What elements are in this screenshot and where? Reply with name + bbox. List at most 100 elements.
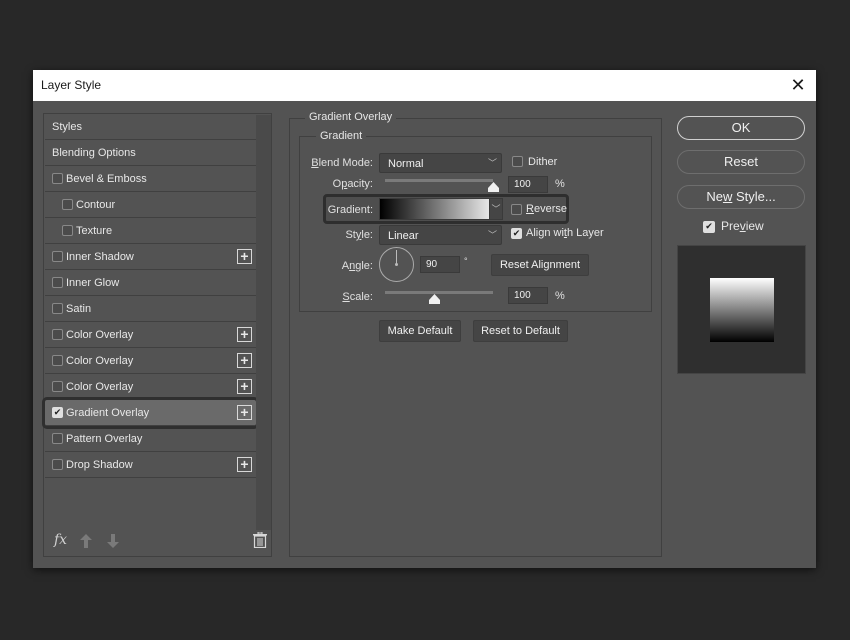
style-item-label: Blending Options bbox=[52, 147, 136, 159]
add-effect-plus-icon[interactable]: + bbox=[237, 249, 252, 264]
ok-button[interactable]: OK bbox=[677, 116, 805, 140]
add-effect-plus-icon[interactable]: + bbox=[237, 457, 252, 472]
style-item-inner-glow[interactable]: Inner Glow bbox=[45, 270, 256, 296]
style-item-label: Bevel & Emboss bbox=[66, 173, 147, 185]
chevron-down-icon: ﹀ bbox=[487, 158, 497, 168]
style-item-satin[interactable]: Satin bbox=[45, 296, 256, 322]
style-item-blending-options[interactable]: Blending Options bbox=[45, 140, 256, 166]
reverse-label: Reverse bbox=[526, 203, 567, 215]
reset-button[interactable]: Reset bbox=[677, 150, 805, 174]
style-value: Linear bbox=[388, 230, 419, 242]
style-item-checkbox[interactable]: ✔ bbox=[52, 407, 63, 418]
chevron-down-icon: ﹀ bbox=[487, 230, 497, 240]
style-select[interactable]: Linear ﹀ bbox=[379, 225, 502, 245]
opacity-slider-track[interactable] bbox=[385, 179, 493, 182]
title-bar: Layer Style ✕ bbox=[33, 70, 816, 101]
reset-to-default-button[interactable]: Reset to Default bbox=[473, 320, 568, 342]
gradient-picker-dropdown[interactable]: ﹀ bbox=[489, 198, 503, 220]
add-effect-plus-icon[interactable]: + bbox=[237, 405, 252, 420]
style-item-checkbox[interactable] bbox=[52, 329, 63, 340]
style-item-label: Inner Glow bbox=[66, 277, 120, 289]
opacity-label: Opacity: bbox=[332, 178, 373, 190]
style-item-color-overlay[interactable]: Color Overlay + bbox=[45, 348, 256, 374]
style-item-label: Inner Shadow bbox=[66, 251, 134, 263]
opacity-unit: % bbox=[555, 178, 565, 190]
chevron-down-icon: ﹀ bbox=[491, 204, 501, 214]
new-style-button[interactable]: New Style... bbox=[677, 185, 805, 209]
degree-unit: ° bbox=[464, 256, 468, 266]
style-item-checkbox[interactable] bbox=[52, 355, 63, 366]
style-item-inner-shadow[interactable]: Inner Shadow + bbox=[45, 244, 256, 270]
preview-swatch bbox=[710, 278, 774, 342]
style-item-gradient-overlay[interactable]: ✔ Gradient Overlay + bbox=[42, 397, 259, 429]
styles-list-footer: fx bbox=[44, 526, 271, 556]
group-title: Gradient bbox=[316, 130, 367, 142]
style-item-styles[interactable]: Styles bbox=[45, 114, 256, 140]
style-item-contour[interactable]: Contour bbox=[45, 192, 256, 218]
style-label: Style: bbox=[345, 229, 373, 241]
style-item-label: Texture bbox=[76, 225, 113, 237]
blend-mode-select[interactable]: Normal ﹀ bbox=[379, 153, 502, 173]
angle-dial-center bbox=[395, 263, 398, 266]
gradient-swatch[interactable] bbox=[379, 198, 501, 220]
style-item-color-overlay[interactable]: Color Overlay + bbox=[45, 374, 256, 400]
add-effect-plus-icon[interactable]: + bbox=[237, 379, 252, 394]
blend-mode-value: Normal bbox=[388, 158, 424, 170]
add-effect-plus-icon[interactable]: + bbox=[237, 327, 252, 342]
make-default-button[interactable]: Make Default bbox=[379, 320, 461, 342]
style-item-bevel-emboss[interactable]: Bevel & Emboss bbox=[45, 166, 256, 192]
angle-dial[interactable] bbox=[379, 247, 414, 282]
close-icon[interactable]: ✕ bbox=[788, 75, 808, 95]
style-item-pattern-overlay[interactable]: Pattern Overlay bbox=[45, 426, 256, 452]
trash-icon[interactable] bbox=[253, 532, 267, 548]
style-item-checkbox[interactable] bbox=[52, 433, 63, 444]
style-item-checkbox[interactable] bbox=[62, 225, 73, 236]
style-item-checkbox[interactable] bbox=[52, 303, 63, 314]
align-with-layer-label: Align with Layer bbox=[526, 227, 604, 239]
styles-list-scrollbar[interactable] bbox=[256, 115, 271, 530]
layer-style-dialog: Layer Style ✕ Styles Blending Options Beve… bbox=[33, 70, 816, 568]
scale-unit: % bbox=[555, 290, 565, 302]
style-item-texture[interactable]: Texture bbox=[45, 218, 256, 244]
dither-label: Dither bbox=[528, 156, 558, 168]
angle-input[interactable]: 90 bbox=[420, 256, 460, 273]
style-item-checkbox[interactable] bbox=[62, 199, 73, 210]
style-item-label: Satin bbox=[66, 303, 92, 315]
blend-mode-label: Blend Mode: bbox=[311, 157, 373, 169]
style-item-label: Contour bbox=[76, 199, 116, 211]
style-item-checkbox[interactable] bbox=[52, 277, 63, 288]
opacity-input[interactable]: 100 bbox=[508, 176, 548, 193]
fx-menu-icon[interactable]: fx bbox=[54, 532, 67, 548]
angle-label: Angle: bbox=[341, 260, 373, 272]
reverse-checkbox[interactable] bbox=[511, 204, 522, 215]
style-item-checkbox[interactable] bbox=[52, 251, 63, 262]
scale-label: Scale: bbox=[342, 291, 373, 303]
gradient-label: Gradient: bbox=[327, 204, 373, 216]
dialog-title: Layer Style bbox=[41, 78, 102, 92]
dither-checkbox[interactable] bbox=[512, 156, 523, 167]
style-item-checkbox[interactable] bbox=[52, 173, 63, 184]
add-effect-plus-icon[interactable]: + bbox=[237, 353, 252, 368]
style-item-label: Color Overlay bbox=[66, 355, 134, 367]
style-item-label: Pattern Overlay bbox=[66, 433, 143, 445]
style-item-label: Drop Shadow bbox=[66, 459, 133, 471]
style-item-checkbox[interactable] bbox=[52, 459, 63, 470]
scale-input[interactable]: 100 bbox=[508, 287, 548, 304]
move-up-icon[interactable] bbox=[80, 534, 92, 548]
move-down-icon[interactable] bbox=[107, 534, 119, 548]
opacity-slider-thumb[interactable] bbox=[488, 182, 499, 192]
style-item-label: Gradient Overlay bbox=[66, 407, 150, 419]
style-item-checkbox[interactable] bbox=[52, 381, 63, 392]
section-title: Gradient Overlay bbox=[305, 111, 397, 123]
preview-label: Preview bbox=[721, 219, 764, 233]
style-item-label: Styles bbox=[52, 121, 82, 133]
style-item-color-overlay[interactable]: Color Overlay + bbox=[45, 322, 256, 348]
styles-list: Styles Blending Options Bevel & Emboss Cont… bbox=[42, 113, 272, 557]
align-with-layer-checkbox[interactable]: ✔ bbox=[511, 228, 522, 239]
preview-thumbnail bbox=[677, 245, 806, 374]
reset-alignment-button[interactable]: Reset Alignment bbox=[491, 254, 589, 276]
preview-checkbox[interactable]: ✔ bbox=[703, 221, 715, 233]
style-item-label: Color Overlay bbox=[66, 329, 134, 341]
style-item-drop-shadow[interactable]: Drop Shadow + bbox=[45, 452, 256, 478]
scale-slider-thumb[interactable] bbox=[428, 294, 440, 304]
